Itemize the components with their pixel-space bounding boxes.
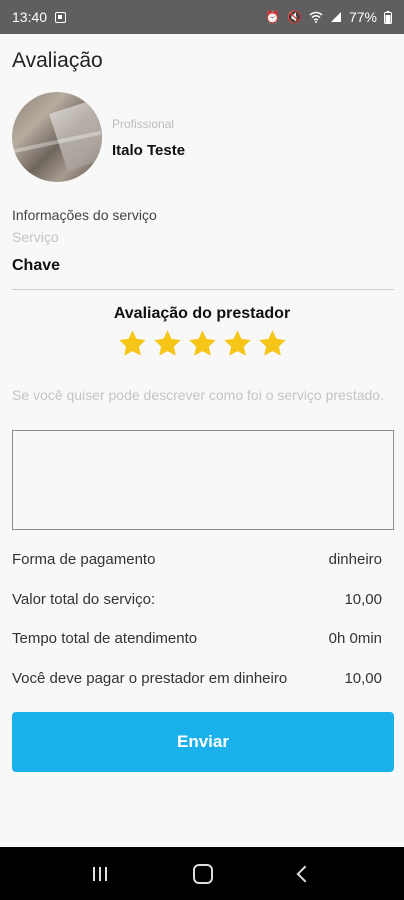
detail-row-payment-method: Forma de pagamento dinheiro [12,551,382,568]
alarm-icon: ⏰ [265,10,281,24]
star-icon[interactable] [222,328,253,359]
detail-value: 10,00 [344,591,382,608]
service-label: Serviço [12,229,59,245]
professional-label: Profissional [112,117,175,131]
battery-level: 77% [348,9,377,25]
detail-row-amount-due: Você deve pagar o prestador em dinheiro … [12,670,382,687]
status-bar: 13:40 ⏰ 🔇 77% [0,0,404,34]
submit-button[interactable]: Enviar [12,712,394,772]
detail-label: Você deve pagar o prestador em dinheiro [12,670,288,687]
star-icon[interactable] [257,328,288,359]
star-rating [0,328,404,359]
detail-label: Valor total do serviço: [12,591,156,608]
recent-apps-icon[interactable] [93,866,107,881]
home-icon[interactable] [193,863,213,884]
service-info-heading: Informações do serviço [12,207,157,223]
detail-label: Forma de pagamento [12,551,156,568]
battery-icon [384,10,392,24]
system-nav-bar [0,847,404,900]
review-hint: Se você quiser pode descrever como foi o… [12,387,384,403]
star-icon[interactable] [152,328,183,359]
status-time: 13:40 [12,9,48,25]
service-value: Chave [12,257,61,274]
star-icon[interactable] [117,328,148,359]
detail-value: 0h 0min [328,630,382,647]
signal-icon [330,12,341,22]
detail-row-total-value: Valor total do serviço: 10,00 [12,591,382,608]
professional-avatar [12,92,102,182]
professional-name: Italo Teste [112,142,186,159]
detail-value: dinheiro [328,551,382,568]
detail-label: Tempo total de atendimento [12,630,198,647]
rating-title: Avaliação do prestador [113,305,291,322]
notification-icon [55,11,67,23]
back-icon[interactable] [296,865,314,882]
divider [12,289,394,290]
page-title: Avaliação [12,49,103,72]
detail-value: 10,00 [344,670,382,687]
star-icon[interactable] [187,328,218,359]
wifi-icon [309,11,323,23]
detail-row-total-time: Tempo total de atendimento 0h 0min [12,630,382,647]
mute-icon: 🔇 [287,10,302,24]
review-textarea[interactable] [12,430,394,530]
